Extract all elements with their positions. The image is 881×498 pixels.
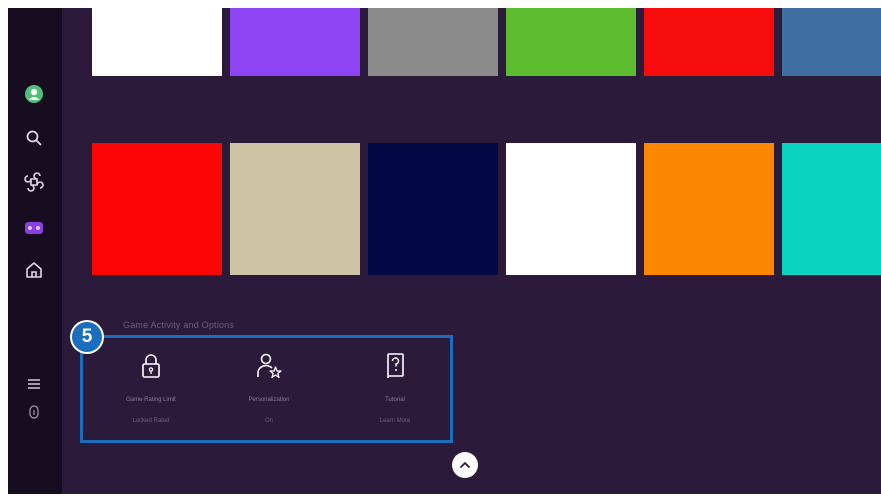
scroll-up-button[interactable] (452, 452, 478, 478)
section-title: Game Activity and Options (123, 320, 235, 330)
game-tile[interactable] (368, 8, 498, 76)
option-tutorial[interactable]: Tutorial Learn More (337, 351, 453, 426)
menu-icon[interactable] (22, 372, 46, 396)
option-value: On (264, 418, 273, 424)
game-tile[interactable] (92, 143, 222, 275)
option-value: Locked Rated (132, 418, 170, 424)
lock-icon (142, 354, 160, 378)
tv-screen: Game Activity and Options Game Rating Li… (8, 8, 881, 494)
game-tile[interactable] (230, 143, 360, 275)
game-tile[interactable] (230, 8, 360, 76)
option-value: Learn More (379, 418, 411, 424)
callout-badge: 5 (72, 322, 102, 352)
game-tile[interactable] (368, 143, 498, 275)
ambient-icon[interactable] (22, 170, 46, 194)
game-tile[interactable] (92, 8, 222, 76)
help-book-icon (387, 353, 404, 378)
chevron-up-icon (460, 462, 470, 468)
game-tile[interactable] (644, 8, 774, 76)
option-label: Game Rating Limit (126, 397, 176, 403)
gamepad-icon[interactable] (22, 216, 46, 240)
profile-icon[interactable] (22, 82, 46, 106)
sidebar (8, 8, 62, 494)
option-label: Personalization (248, 397, 290, 403)
option-personalization[interactable]: Personalization On (211, 351, 327, 426)
game-tile[interactable] (644, 143, 774, 275)
search-icon[interactable] (22, 126, 46, 150)
game-tile[interactable] (506, 143, 636, 275)
game-tile[interactable] (506, 8, 636, 76)
home-icon[interactable] (22, 258, 46, 282)
info-icon[interactable] (22, 400, 46, 424)
user-star-icon (257, 353, 282, 379)
game-tile[interactable] (782, 143, 881, 275)
game-tile[interactable] (782, 8, 881, 76)
option-label: Tutorial (385, 397, 405, 403)
option-game-rating-limit[interactable]: Game Rating Limit Locked Rated (93, 351, 209, 426)
